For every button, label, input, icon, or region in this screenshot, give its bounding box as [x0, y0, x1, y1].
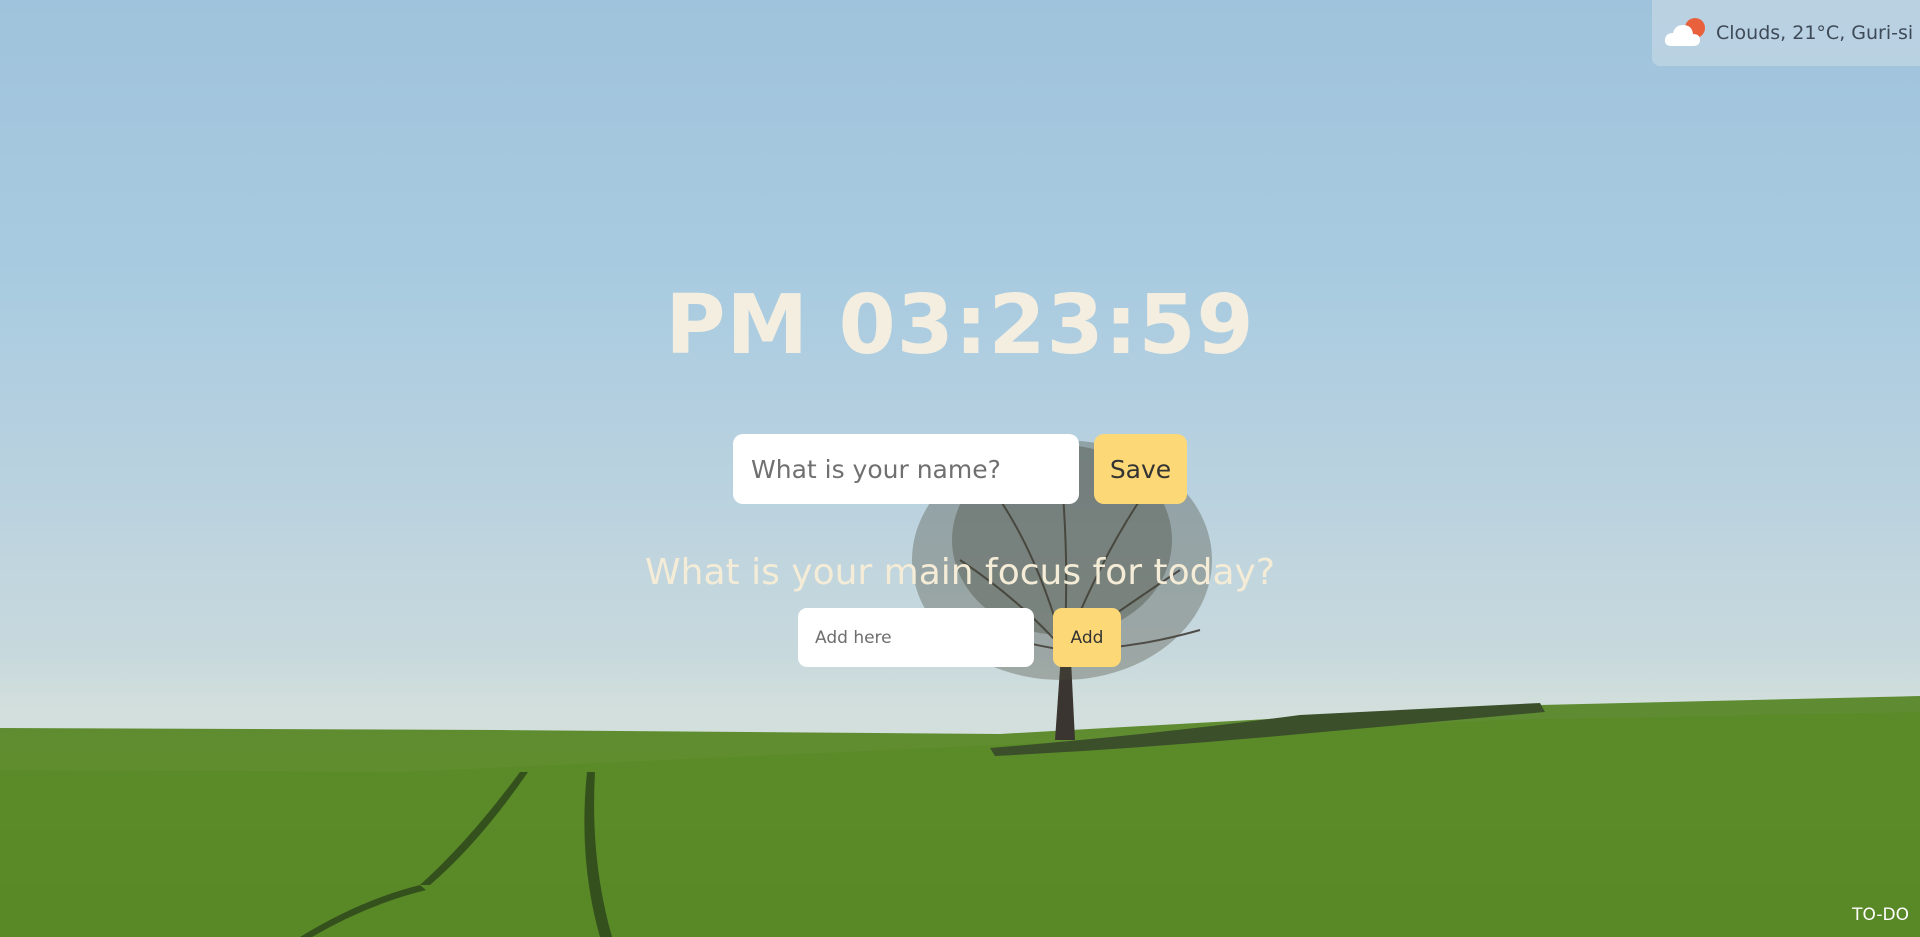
background-scene: Clouds, 21°C, Guri-si PM 03:23:59 Save W… [0, 0, 1920, 937]
add-button[interactable]: Add [1053, 608, 1121, 667]
partly-cloudy-icon [1664, 18, 1705, 46]
name-input[interactable] [733, 434, 1079, 504]
weather-widget: Clouds, 21°C, Guri-si [1652, 0, 1920, 66]
focus-input[interactable] [798, 608, 1034, 667]
focus-form: Add [798, 608, 1121, 667]
focus-question: What is your main focus for today? [645, 552, 1275, 593]
name-form: Save [733, 434, 1187, 504]
save-button[interactable]: Save [1094, 434, 1187, 504]
weather-text: Clouds, 21°C, Guri-si [1716, 22, 1914, 44]
clock-time: PM 03:23:59 [665, 278, 1255, 373]
todo-link[interactable]: TO-DO [1852, 905, 1909, 925]
